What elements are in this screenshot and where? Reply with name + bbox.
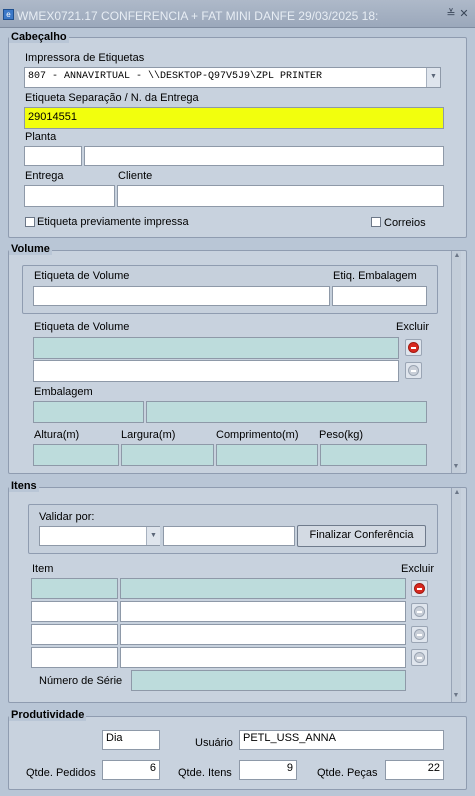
etiqueta-volume-label: Etiqueta de Volume — [34, 270, 130, 282]
entrega-label: Entrega — [25, 170, 64, 182]
delete-icon — [414, 583, 425, 594]
altura-field — [33, 444, 119, 466]
validar-chevron-down-icon[interactable]: ▼ — [146, 527, 160, 545]
numero-serie-field — [131, 670, 406, 691]
numero-serie-label: Número de Série — [39, 675, 123, 687]
delete-icon — [414, 629, 425, 640]
embalagem-label: Embalagem — [34, 386, 93, 398]
item-desc-cell[interactable] — [120, 624, 406, 645]
pecas-label: Qtde. Peças — [317, 767, 378, 779]
etiq-embalagem-input[interactable] — [332, 286, 427, 306]
etiqueta-input[interactable]: 29014551 — [24, 107, 444, 129]
embalagem-code — [33, 401, 144, 423]
comprimento-label: Comprimento(m) — [216, 429, 299, 441]
itens-title: Itens — [9, 480, 39, 492]
planta-name-input[interactable] — [84, 146, 444, 166]
periodo-field[interactable]: Dia — [102, 730, 160, 750]
pedidos-label: Qtde. Pedidos — [26, 767, 96, 779]
scroll-up-icon[interactable]: ▲ — [452, 251, 462, 261]
largura-label: Largura(m) — [121, 429, 176, 441]
cliente-input[interactable] — [117, 185, 444, 207]
item-excluir-label: Excluir — [401, 563, 435, 575]
prev-printed-checkbox[interactable] — [25, 217, 35, 227]
volume-list-row[interactable] — [33, 360, 399, 382]
prev-printed-label: Etiqueta previamente impressa — [37, 216, 189, 228]
printer-value: 807 - ANNAVIRTUAL - \\DESKTOP-Q97V5J9\ZP… — [28, 71, 323, 82]
volume-delete-button-disabled[interactable] — [405, 362, 422, 379]
item-code-cell[interactable] — [31, 601, 118, 622]
embalagem-desc — [146, 401, 427, 423]
item-delete-button-disabled[interactable] — [411, 649, 428, 666]
etiqueta-volume-input[interactable] — [33, 286, 330, 306]
volume-delete-button[interactable] — [405, 339, 422, 356]
usuario-label: Usuário — [195, 737, 233, 749]
delete-icon — [414, 606, 425, 617]
item-desc-cell[interactable] — [120, 647, 406, 668]
peso-field — [320, 444, 427, 466]
item-delete-button-disabled[interactable] — [411, 603, 428, 620]
printer-label: Impressora de Etiquetas — [25, 52, 145, 64]
correios-checkbox[interactable] — [371, 217, 381, 227]
pecas-field: 22 — [385, 760, 444, 780]
title-bar: e WMEX0721.17 CONFERENCIA + FAT MINI DAN… — [0, 0, 475, 28]
scroll-up-icon[interactable]: ▲ — [452, 488, 462, 498]
printer-select[interactable]: 807 - ANNAVIRTUAL - \\DESKTOP-Q97V5J9\ZP… — [24, 67, 441, 88]
largura-field — [121, 444, 214, 466]
validar-select[interactable] — [39, 526, 160, 546]
cliente-label: Cliente — [118, 170, 153, 182]
minimize-icon[interactable]: ≚ — [446, 8, 456, 20]
itens-count-field: 9 — [239, 760, 297, 780]
finalizar-button[interactable]: Finalizar Conferência — [297, 525, 426, 547]
printer-chevron-down-icon[interactable]: ▼ — [426, 68, 440, 87]
volume-list-label: Etiqueta de Volume — [34, 321, 130, 333]
itens-count-label: Qtde. Itens — [178, 767, 232, 779]
validar-label: Validar por: — [39, 511, 95, 523]
app-icon: e — [3, 9, 14, 20]
peso-label: Peso(kg) — [319, 429, 364, 441]
delete-icon — [408, 342, 419, 353]
item-code-cell[interactable] — [31, 624, 118, 645]
window-title: WMEX0721.17 CONFERENCIA + FAT MINI DANFE… — [17, 9, 379, 23]
produtividade-title: Produtividade — [9, 709, 87, 721]
close-icon[interactable]: ✕ — [459, 8, 469, 20]
scroll-down-icon[interactable]: ▼ — [451, 462, 461, 472]
itens-scrollbar[interactable]: ▲ — [451, 488, 461, 702]
pedidos-field: 6 — [102, 760, 160, 780]
item-desc-cell[interactable] — [120, 578, 406, 599]
altura-label: Altura(m) — [34, 429, 80, 441]
usuario-field: PETL_USS_ANNA — [239, 730, 444, 750]
delete-icon — [414, 652, 425, 663]
scroll-down-icon[interactable]: ▼ — [451, 691, 461, 701]
correios-label: Correios — [384, 217, 426, 229]
cabecalho-title: Cabeçalho — [9, 31, 69, 43]
item-code-cell[interactable] — [31, 578, 118, 599]
volume-list-row[interactable] — [33, 337, 399, 359]
planta-code-input[interactable] — [24, 146, 82, 166]
delete-icon — [408, 365, 419, 376]
volume-title: Volume — [9, 243, 52, 255]
volume-scrollbar[interactable]: ▲ — [451, 251, 461, 473]
etiqueta-label: Etiqueta Separação / N. da Entrega — [25, 92, 199, 104]
item-column-label: Item — [32, 563, 54, 575]
comprimento-field — [216, 444, 318, 466]
item-code-cell[interactable] — [31, 647, 118, 668]
etiq-embalagem-label: Etiq. Embalagem — [333, 270, 417, 282]
item-delete-button[interactable] — [411, 580, 428, 597]
planta-label: Planta — [25, 131, 57, 143]
entrega-input[interactable] — [24, 185, 115, 207]
volume-excluir-label: Excluir — [396, 321, 430, 333]
item-delete-button-disabled[interactable] — [411, 626, 428, 643]
validar-input[interactable] — [163, 526, 295, 546]
item-desc-cell[interactable] — [120, 601, 406, 622]
